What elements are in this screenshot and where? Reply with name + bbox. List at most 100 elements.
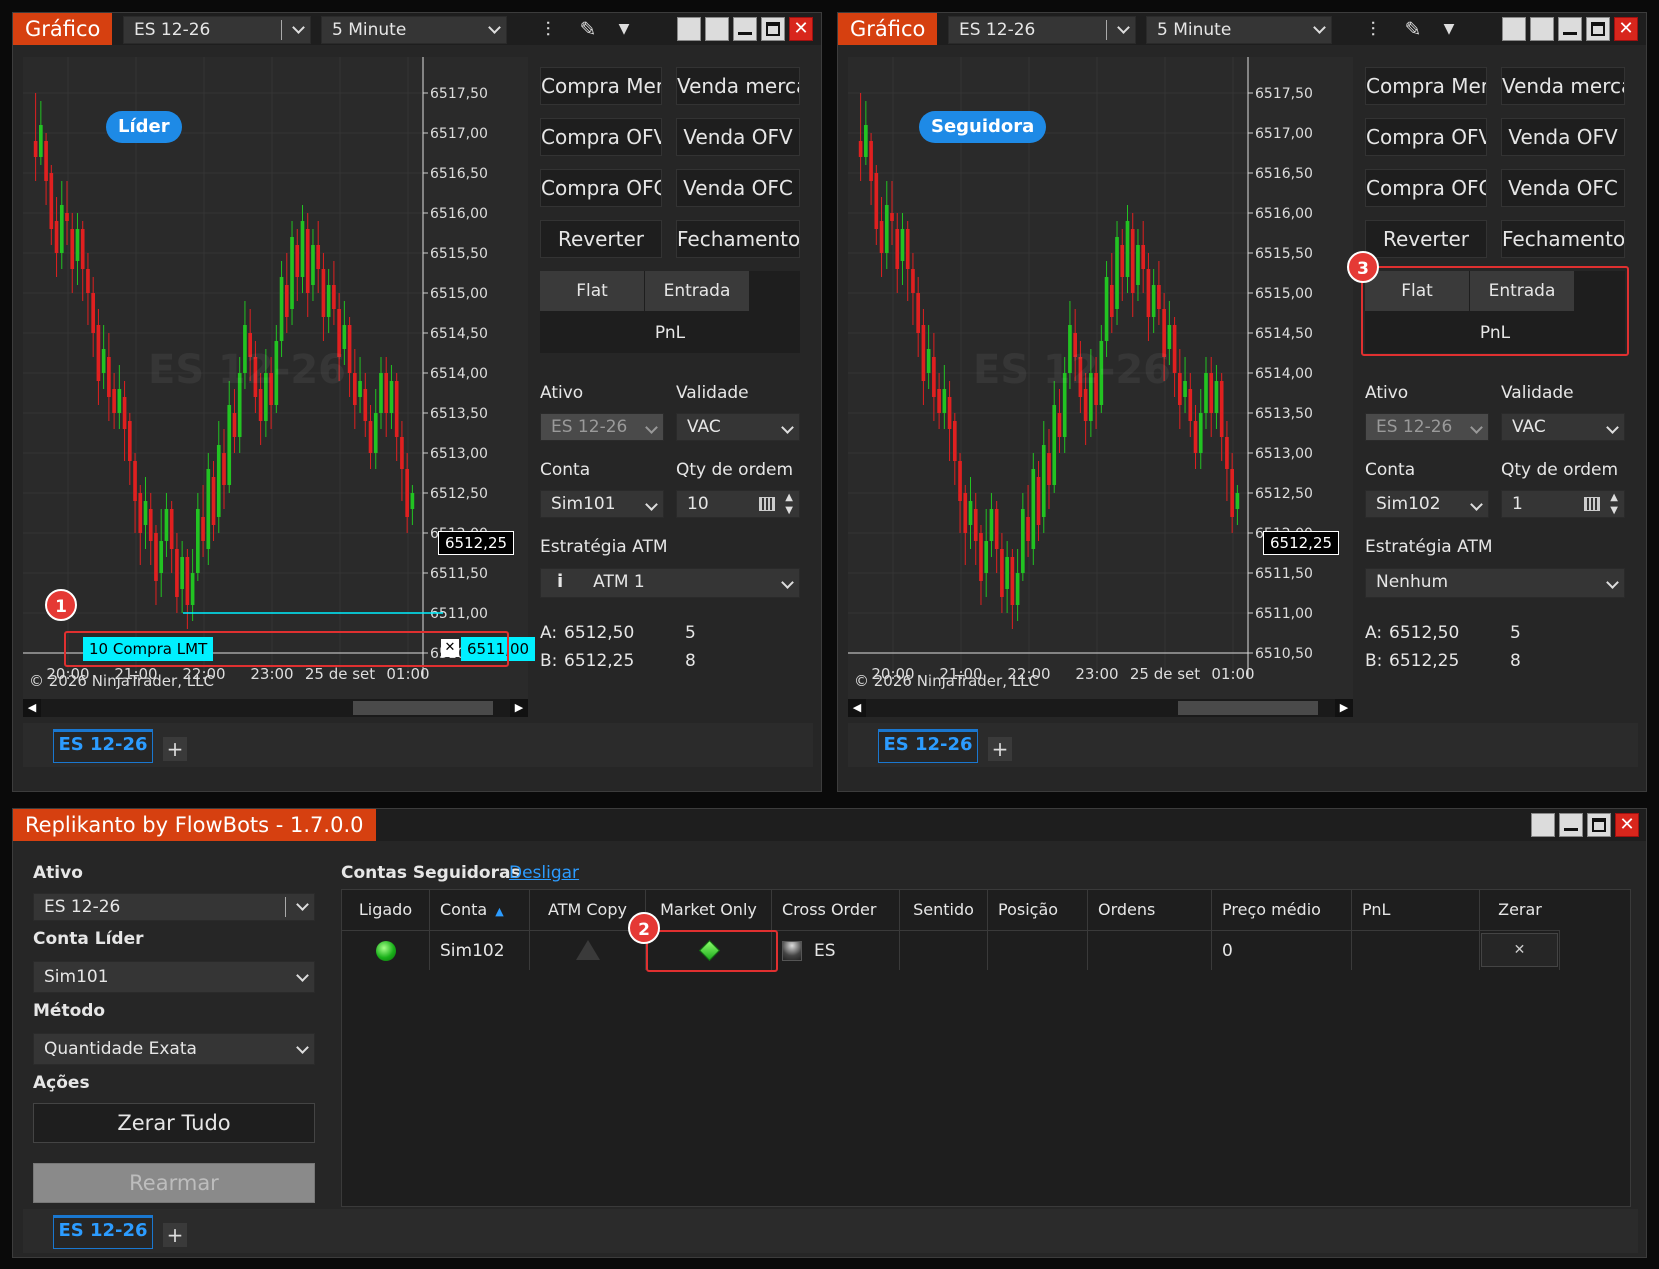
price-chart[interactable]: 6517,50 6517,00 6516,50 6516,00 6515,50 6515,… [848, 57, 1353, 717]
metodo-select[interactable]: Quantidade Exata [33, 1033, 315, 1065]
col-zerar[interactable]: Zerar [1480, 890, 1560, 930]
zerar-row-button[interactable]: ✕ [1481, 933, 1558, 967]
candle-body [979, 533, 983, 581]
dropdown-triangle-icon[interactable]: ▼ [1436, 15, 1462, 43]
scroll-thumb[interactable] [353, 701, 493, 715]
minimize-button[interactable] [733, 17, 757, 41]
chart-tab[interactable]: ES 12-26 [53, 729, 153, 763]
col-cross-order[interactable]: Cross Order [772, 890, 900, 930]
title-bar[interactable]: Gráfico ES 12-26 5 Minute ⫶ ✎ ▼ ✕ [838, 13, 1646, 45]
sell-ofc-button[interactable]: Venda OFC [676, 169, 800, 207]
horizontal-scrollbar[interactable]: ◀ ▶ [848, 699, 1353, 717]
green-status-icon[interactable] [376, 941, 396, 961]
buy-market-button[interactable]: Compra Mercado [540, 67, 662, 105]
ask-label: A: [540, 623, 558, 643]
atm-select[interactable]: i ATM 1 [540, 568, 800, 598]
info-icon[interactable]: i [557, 571, 563, 592]
square-toggle-icon[interactable] [782, 941, 802, 961]
sell-ofv-button[interactable]: Venda OFV [676, 118, 800, 156]
buy-ofc-button[interactable]: Compra OFC [540, 169, 662, 207]
maximize-button[interactable] [1587, 813, 1611, 837]
bar-type-icon[interactable]: ⫶ [535, 15, 561, 43]
drawing-pencil-icon[interactable]: ✎ [575, 15, 601, 43]
conta-select[interactable]: Sim102 [1365, 490, 1489, 518]
buy-ofv-button[interactable]: Compra OFV [540, 118, 662, 156]
col-ligado[interactable]: Ligado [342, 890, 430, 930]
scroll-thumb[interactable] [1178, 701, 1318, 715]
interval-selector[interactable]: 5 Minute [321, 16, 507, 44]
replikanto-tab[interactable]: ES 12-26 [53, 1215, 153, 1249]
sell-market-button[interactable]: Venda mercado [676, 67, 800, 105]
instrument-selector[interactable]: ES 12-26 [123, 16, 311, 44]
buy-ofv-button[interactable]: Compra OFV [1365, 118, 1487, 156]
maximize-button[interactable] [1586, 17, 1610, 41]
qty-input[interactable]: 10 ▲ ▼ [676, 490, 800, 518]
rearmar-button[interactable]: Rearmar [33, 1163, 315, 1203]
validade-select[interactable]: VAC [1501, 413, 1625, 441]
price-chart[interactable]: 6517,50 6517,00 6516,50 6516,00 6515,50 6515,… [23, 57, 536, 717]
window-option-button[interactable] [1531, 813, 1555, 837]
zerar-tudo-button[interactable]: Zerar Tudo [33, 1103, 315, 1143]
horizontal-scrollbar[interactable]: ◀ ▶ [23, 699, 528, 717]
stepper-icon[interactable]: ▲ ▼ [785, 491, 793, 517]
cell-atm-copy[interactable] [530, 930, 646, 970]
maximize-button[interactable] [761, 17, 785, 41]
col-sentido[interactable]: Sentido [900, 890, 988, 930]
drawing-pencil-icon[interactable]: ✎ [1400, 15, 1426, 43]
col-conta[interactable]: Conta ▲ [430, 890, 530, 930]
stepper-icon[interactable]: ▲ ▼ [1610, 491, 1618, 517]
title-bar[interactable]: Replikanto by FlowBots - 1.7.0.0 ✕ [13, 809, 1646, 841]
col-preco-medio[interactable]: Preço médio [1212, 890, 1352, 930]
col-ordens[interactable]: Ordens [1088, 890, 1212, 930]
chart-trader-panel: Compra Mercado Venda mercado Compra OFV … [540, 57, 810, 717]
dropdown-triangle-icon[interactable]: ▼ [611, 15, 637, 43]
scroll-right-icon[interactable]: ▶ [1335, 699, 1353, 717]
cell-ligado[interactable] [342, 930, 430, 970]
window-option-button[interactable] [677, 17, 701, 41]
conta-select[interactable]: Sim101 [540, 490, 664, 518]
add-tab-icon[interactable]: + [163, 737, 187, 761]
add-tab-icon[interactable]: + [163, 1223, 187, 1247]
calculator-icon[interactable] [759, 497, 775, 511]
window-option-button[interactable] [1502, 17, 1526, 41]
atm-select[interactable]: Nenhum [1365, 568, 1625, 598]
scroll-left-icon[interactable]: ◀ [848, 699, 866, 717]
cell-cross-order[interactable]: ES [772, 930, 900, 970]
interval-selector[interactable]: 5 Minute [1146, 16, 1332, 44]
minimize-button[interactable] [1558, 17, 1582, 41]
minimize-button[interactable] [1559, 813, 1583, 837]
scroll-left-icon[interactable]: ◀ [23, 699, 41, 717]
sell-ofv-button[interactable]: Venda OFV [1501, 118, 1625, 156]
bar-type-icon[interactable]: ⫶ [1360, 15, 1386, 43]
qty-input[interactable]: 1 ▲ ▼ [1501, 490, 1625, 518]
close-button[interactable]: ✕ [789, 17, 813, 41]
close-position-button[interactable]: Fechamento [1501, 220, 1625, 258]
close-button[interactable]: ✕ [1614, 17, 1638, 41]
sell-ofc-button[interactable]: Venda OFC [1501, 169, 1625, 207]
col-market-only[interactable]: Market Only [646, 890, 772, 930]
validade-select[interactable]: VAC [676, 413, 800, 441]
desligar-link[interactable]: Desligar [509, 863, 579, 883]
title-bar[interactable]: Gráfico ES 12-26 5 Minute ⫶ ✎ ▼ ✕ [13, 13, 821, 45]
flat-tab[interactable]: Flat [540, 271, 644, 311]
calculator-icon[interactable] [1584, 497, 1600, 511]
instrument-selector[interactable]: ES 12-26 [948, 16, 1136, 44]
close-position-button[interactable]: Fechamento [676, 220, 800, 258]
window-option-button-2[interactable] [1530, 17, 1554, 41]
reverse-button[interactable]: Reverter [540, 220, 662, 258]
triangle-off-icon[interactable] [576, 940, 600, 960]
window-option-button-2[interactable] [705, 17, 729, 41]
add-tab-icon[interactable]: + [988, 737, 1012, 761]
chart-tab[interactable]: ES 12-26 [878, 729, 978, 763]
buy-market-button[interactable]: Compra Mercado [1365, 67, 1487, 105]
close-button[interactable]: ✕ [1615, 813, 1639, 837]
buy-ofc-button[interactable]: Compra OFC [1365, 169, 1487, 207]
col-posicao[interactable]: Posição [988, 890, 1088, 930]
reverse-button[interactable]: Reverter [1365, 220, 1487, 258]
sell-market-button[interactable]: Venda mercado [1501, 67, 1625, 105]
ativo-selector[interactable]: ES 12-26 [33, 893, 315, 921]
col-pnl[interactable]: PnL [1352, 890, 1480, 930]
conta-lider-select[interactable]: Sim101 [33, 961, 315, 993]
scroll-right-icon[interactable]: ▶ [510, 699, 528, 717]
entrada-tab[interactable]: Entrada [645, 271, 749, 311]
